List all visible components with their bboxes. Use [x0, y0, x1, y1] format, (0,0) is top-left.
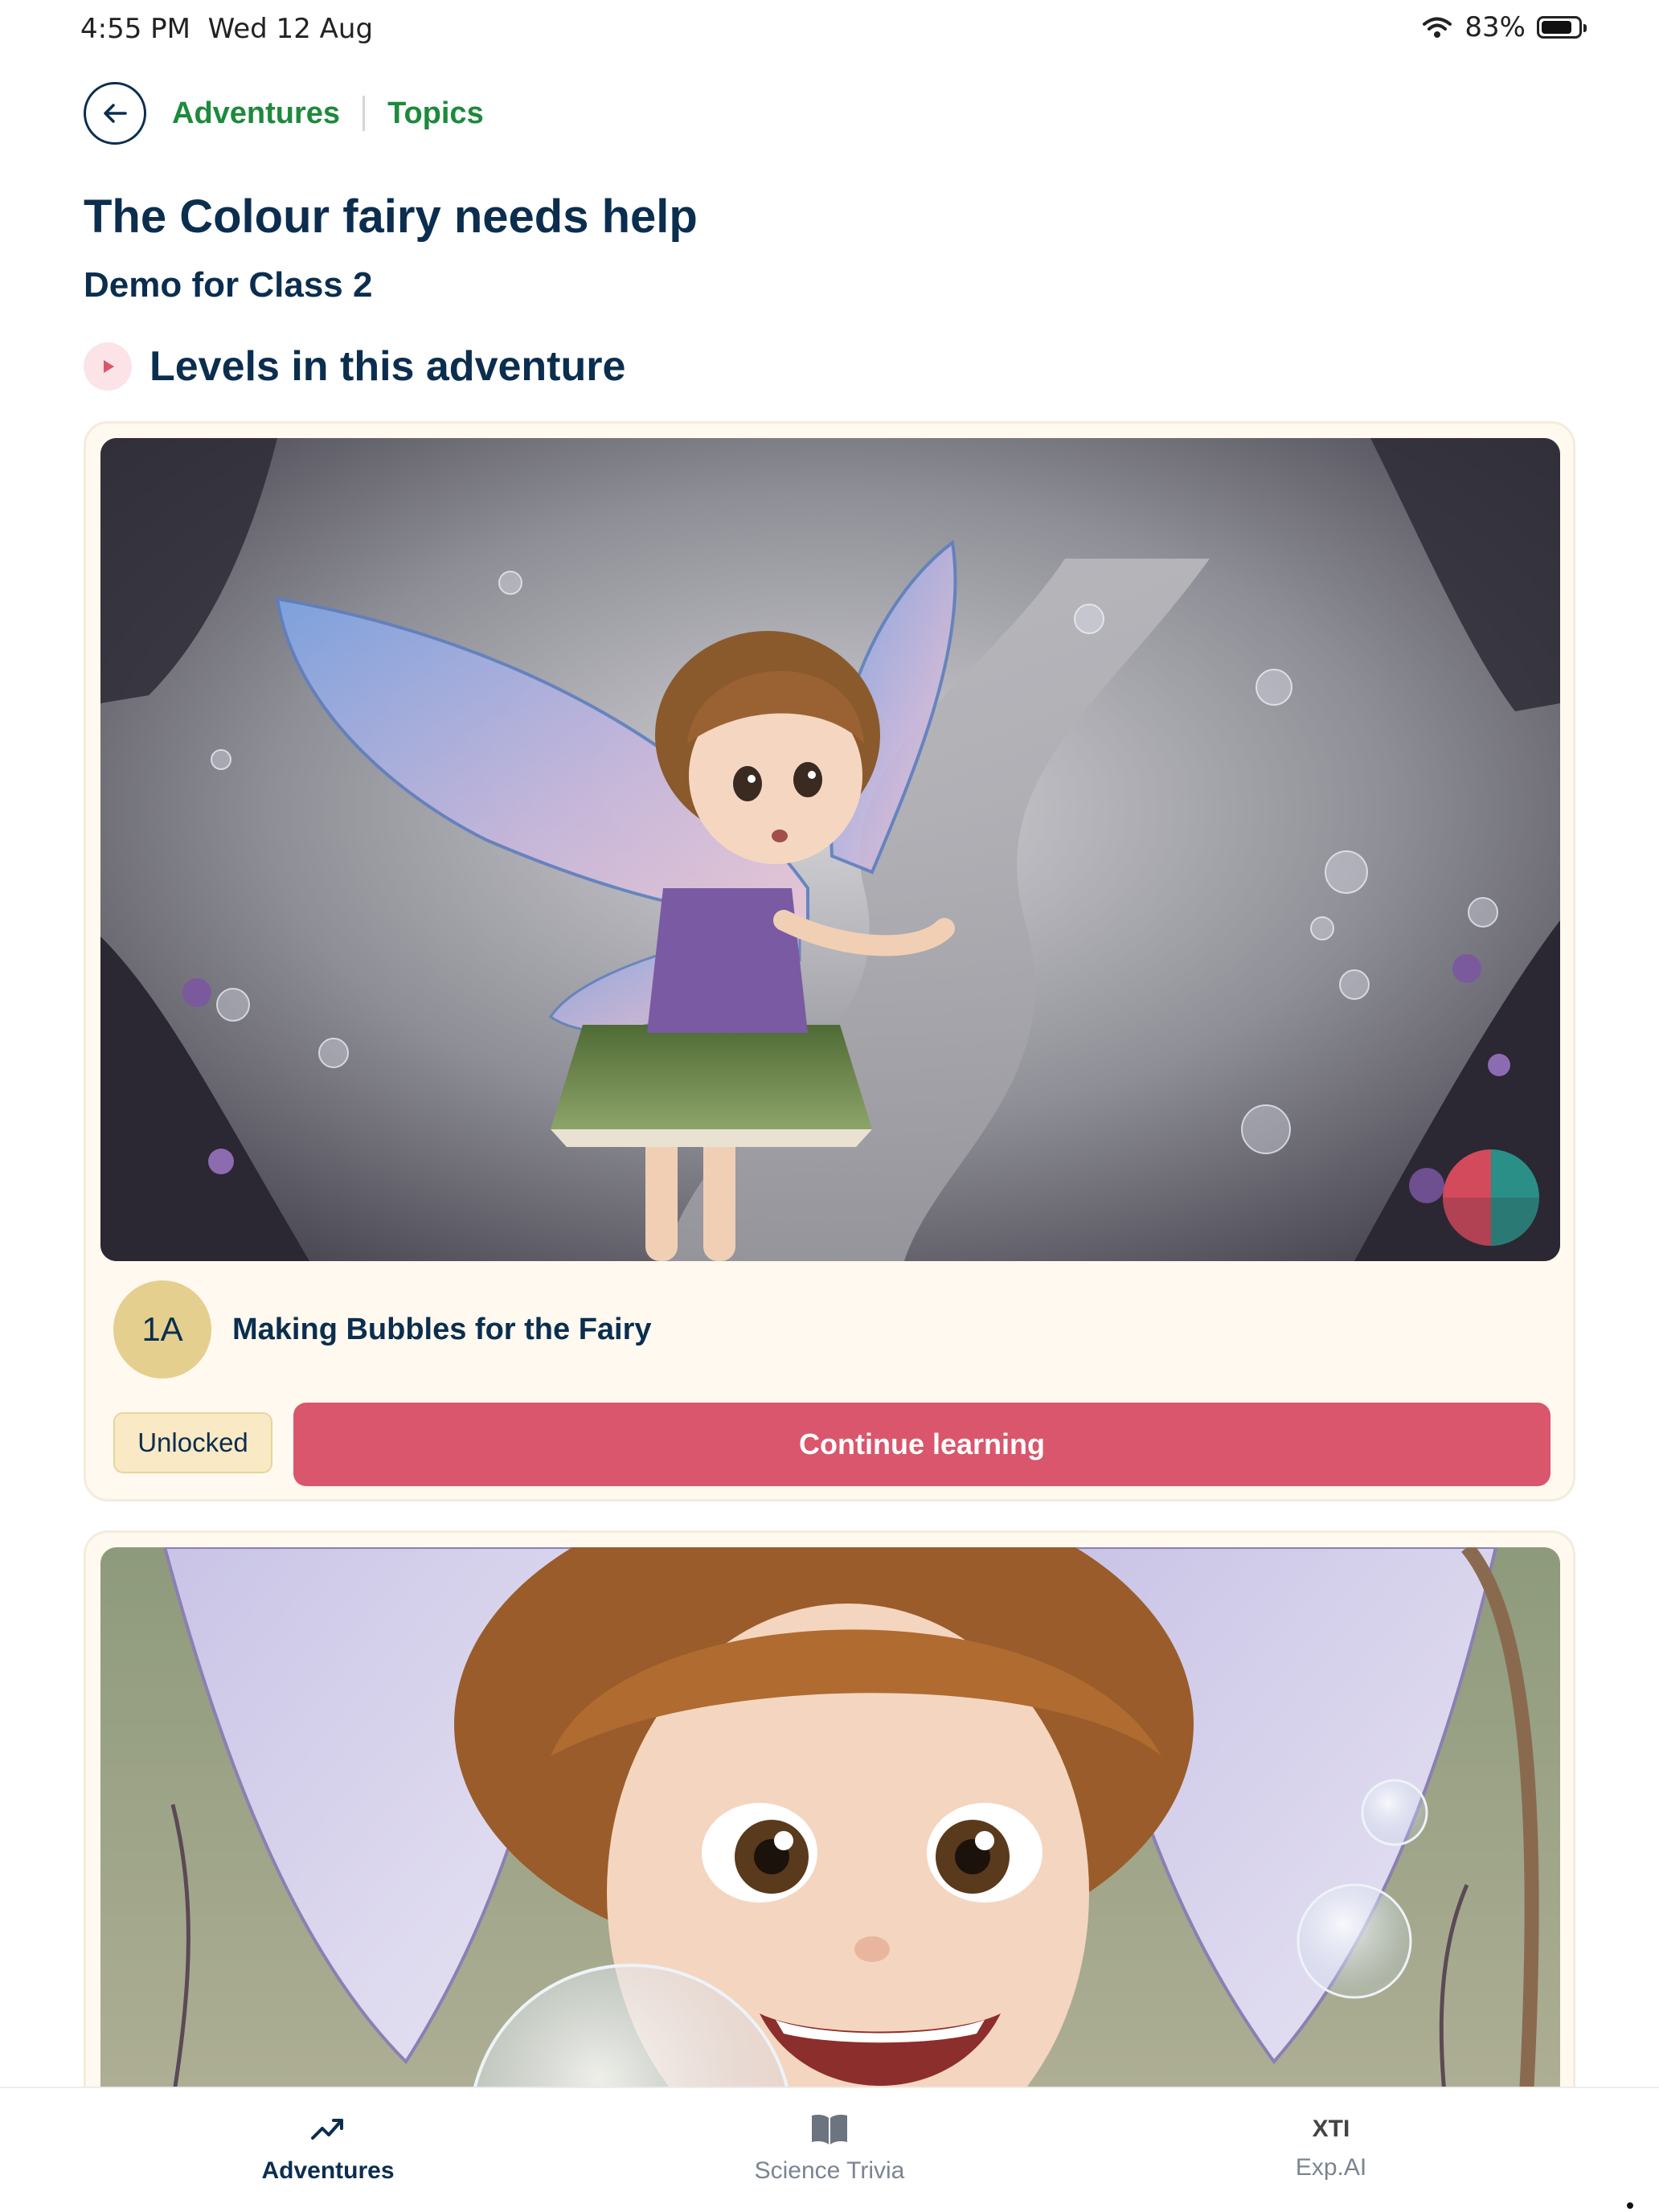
section-heading-text: Levels in this adventure [150, 343, 626, 390]
trending-up-icon [311, 2119, 343, 2140]
home-indicator [1627, 2202, 1633, 2209]
level-cover-image[interactable] [100, 438, 1560, 1261]
breadcrumb-adventures[interactable]: Adventures [172, 96, 340, 131]
status-date: Wed 12 Aug [207, 13, 374, 45]
nav-science-trivia[interactable]: Science Trivia [685, 2111, 974, 2185]
battery-icon [1537, 16, 1587, 39]
page-title: The Colour fairy needs help [84, 190, 698, 243]
status-bar: 4:55 PM Wed 12 Aug 83% [0, 0, 1659, 61]
wifi-icon [1423, 17, 1452, 38]
page-subtitle: Demo for Class 2 [84, 265, 373, 305]
continue-learning-button[interactable]: Continue learning [293, 1403, 1550, 1486]
level-badge: 1A [113, 1280, 211, 1378]
play-icon [84, 342, 132, 391]
back-button[interactable] [84, 82, 146, 145]
bottom-nav: Adventures Science Trivia XTI Exp.AI [0, 2087, 1659, 2212]
nav-exp-ai-label: Exp.AI [1295, 2154, 1367, 2181]
breadcrumb: Adventures Topics [84, 80, 484, 146]
nav-adventures[interactable]: Adventures [183, 2111, 473, 2185]
level-card: 1A Making Bubbles for the Fairy Unlocked… [84, 421, 1575, 1501]
battery-percent: 83% [1464, 11, 1526, 43]
status-badge: Unlocked [113, 1412, 272, 1473]
book-icon [812, 2115, 847, 2144]
status-clock: 4:55 PM [80, 13, 190, 45]
arrow-left-icon [104, 104, 127, 123]
battery-fill [1542, 21, 1571, 34]
status-time: 4:55 PM Wed 12 Aug [80, 13, 373, 45]
status-indicators: 83% [1421, 11, 1587, 43]
nav-exp-ai[interactable]: XTI Exp.AI [1186, 2111, 1476, 2181]
nav-adventures-label: Adventures [261, 2157, 395, 2184]
breadcrumb-divider [363, 96, 366, 131]
level-title: Making Bubbles for the Fairy [232, 1312, 652, 1346]
section-heading: Levels in this adventure [84, 342, 625, 391]
app-screen: 4:55 PM Wed 12 Aug 83% Adventures Topics… [0, 0, 1659, 2212]
nav-science-trivia-label: Science Trivia [754, 2157, 905, 2184]
xti-logo-icon: XTI [1312, 2116, 1350, 2142]
worried-fairy-illustration [100, 438, 1560, 1261]
level-info: 1A Making Bubbles for the Fairy [113, 1280, 652, 1378]
breadcrumb-topics[interactable]: Topics [387, 96, 484, 131]
